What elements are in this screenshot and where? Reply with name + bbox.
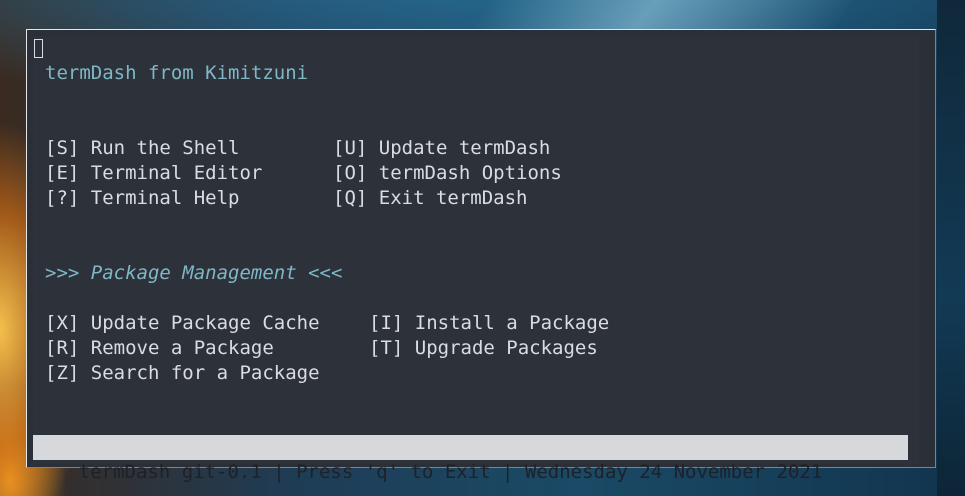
menu-label: Update termDash [378, 137, 551, 159]
menu-label: Update Package Cache [90, 312, 320, 334]
menu-key: [E] [45, 162, 80, 184]
menu-key: [O] [333, 162, 368, 184]
menu-label: Upgrade Packages [414, 337, 598, 359]
menu-key: [I] [369, 312, 404, 334]
cursor-icon [34, 39, 43, 58]
app-title: termDash from Kimitzuni [45, 62, 309, 84]
menu-item-update-termdash[interactable]: [U] Update termDash [333, 136, 550, 161]
menu-item-terminal-editor[interactable]: [E] Terminal Editor [45, 161, 262, 186]
menu-key: [T] [369, 337, 404, 359]
menu-key: [R] [45, 337, 80, 359]
menu-item-exit-termdash[interactable]: [Q] Exit termDash [333, 186, 528, 211]
menu-item-search-package[interactable]: [Z] Search for a Package [45, 361, 320, 386]
menu-key: [X] [45, 312, 80, 334]
menu-label: Terminal Help [90, 187, 240, 209]
terminal-screen[interactable]: termDash from Kimitzuni [S] Run the Shel… [33, 36, 919, 483]
menu-key: [Q] [333, 187, 368, 209]
menu-label: Remove a Package [90, 337, 274, 359]
status-bar-text: termDash git-0.1 | Press 'q' to Exit | W… [78, 461, 823, 483]
menu-item-remove-package[interactable]: [R] Remove a Package [45, 336, 274, 361]
menu-key: [Z] [45, 362, 80, 384]
section-heading-package-management: >>> Package Management <<< [45, 262, 343, 284]
menu-item-termdash-options[interactable]: [O] termDash Options [333, 161, 562, 186]
menu-key: [S] [45, 137, 80, 159]
menu-label: Run the Shell [90, 137, 240, 159]
menu-label: Install a Package [414, 312, 610, 334]
menu-item-terminal-help[interactable]: [?] Terminal Help [45, 186, 240, 211]
menu-item-upgrade-packages[interactable]: [T] Upgrade Packages [369, 336, 598, 361]
menu-label: Exit termDash [378, 187, 528, 209]
menu-label: Search for a Package [90, 362, 320, 384]
menu-key: [?] [45, 187, 80, 209]
menu-label: Terminal Editor [90, 162, 263, 184]
menu-label: termDash Options [378, 162, 562, 184]
menu-key: [U] [333, 137, 368, 159]
status-bar: termDash git-0.1 | Press 'q' to Exit | W… [33, 435, 908, 483]
menu-item-update-package-cache[interactable]: [X] Update Package Cache [45, 311, 320, 336]
menu-item-install-package[interactable]: [I] Install a Package [369, 311, 609, 336]
menu-item-run-shell[interactable]: [S] Run the Shell [45, 136, 240, 161]
desktop-edge [937, 0, 965, 496]
